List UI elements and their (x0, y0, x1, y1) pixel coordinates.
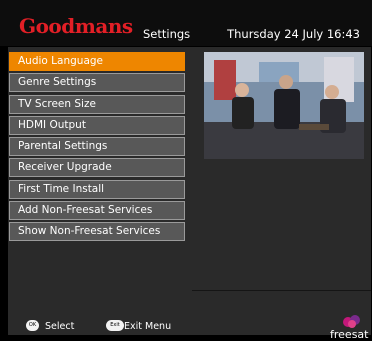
freesat-logo-text: freesat (330, 328, 369, 341)
tv-preview-image (204, 52, 364, 159)
ok-button-icon: OK (26, 320, 39, 331)
divider (192, 290, 371, 291)
menu-item-audio-language[interactable]: Audio Language (9, 52, 185, 71)
menu-item-parental-settings[interactable]: Parental Settings (9, 137, 185, 157)
page-title: Settings (143, 27, 191, 41)
menu-item-genre-settings[interactable]: Genre Settings (9, 73, 185, 93)
header-bar: Goodmans Settings Thursday 24 July 16:43 (0, 0, 372, 46)
menu-item-add-non-freesat-services[interactable]: Add Non-Freesat Services (9, 201, 185, 221)
exit-button-icon: Exit (106, 320, 124, 331)
menu-item-first-time-install[interactable]: First Time Install (9, 179, 185, 199)
freesat-logo: freesat (330, 314, 368, 341)
menu-item-receiver-upgrade[interactable]: Receiver Upgrade (9, 158, 185, 178)
menu-item-hdmi-output[interactable]: HDMI Output (9, 115, 185, 135)
freesat-logo-icon (343, 315, 360, 328)
brand-logo: Goodmans (19, 14, 133, 38)
footer-bar: OK Select Exit Exit Menu freesat (0, 310, 372, 341)
tv-preview-window (204, 52, 364, 159)
menu-item-tv-screen-size[interactable]: TV Screen Size (9, 94, 185, 114)
date-time-readout: Thursday 24 July 16:43 (227, 27, 360, 41)
settings-menu: Audio Language Genre Settings TV Screen … (9, 52, 185, 244)
select-label: Select (45, 321, 75, 332)
exit-menu-label: Exit Menu (124, 321, 172, 332)
menu-item-show-non-freesat-services[interactable]: Show Non-Freesat Services (9, 222, 185, 242)
